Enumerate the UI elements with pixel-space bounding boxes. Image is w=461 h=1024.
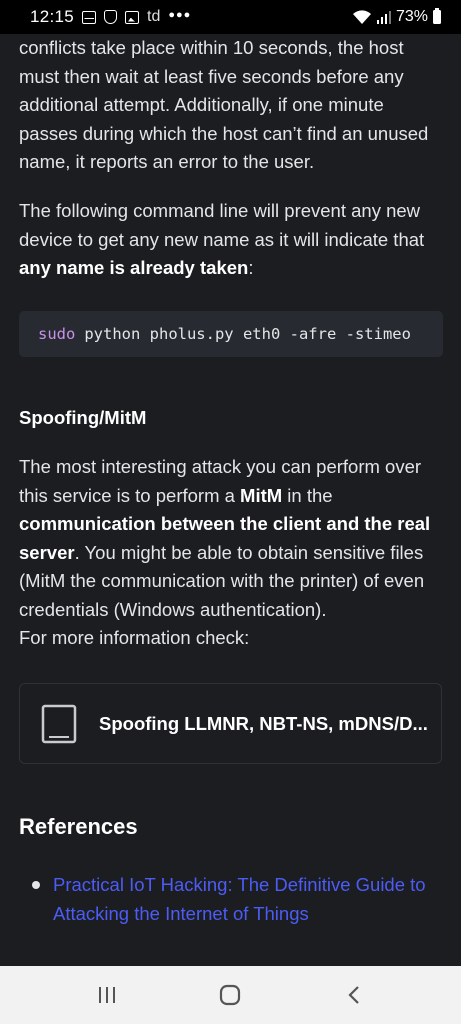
mitm-text-a: The most interesting attack you can perf… (19, 456, 422, 506)
document-icon (41, 704, 77, 743)
back-button[interactable] (334, 975, 374, 1015)
link-card-title: Spoofing LLMNR, NBT-NS, mDNS/D... (99, 712, 428, 734)
command-intro-suffix: : (248, 257, 254, 278)
signal-icon (376, 11, 391, 24)
mitm-bold: MitM (240, 484, 283, 506)
more-notifications-icon: ●●● (168, 9, 192, 21)
link-card-spoofing[interactable]: Spoofing LLMNR, NBT-NS, mDNS/D... (19, 683, 442, 764)
reference-link[interactable]: Practical IoT Hacking: The Definitive Gu… (19, 870, 443, 928)
status-bar-left: 12:15 td ●●● (30, 7, 191, 27)
references-list: Practical IoT Hacking: The Definitive Gu… (19, 870, 443, 928)
carrier-label: td (147, 8, 161, 25)
paragraph-command-intro: The following command line will prevent … (19, 197, 443, 283)
home-icon (220, 984, 241, 1006)
heading-spoofing: Spoofing/MitM (19, 407, 147, 428)
navigation-bar (0, 966, 461, 1024)
back-icon (348, 986, 359, 1004)
code-block[interactable]: sudo python pholus.py eth0 -afre -stimeo (19, 311, 443, 357)
battery-percent: 73% (395, 8, 428, 25)
mitm-text-b: in the (282, 484, 333, 506)
battery-icon (433, 8, 441, 24)
status-bar-right: 73% (352, 8, 441, 26)
home-button[interactable] (210, 975, 250, 1015)
image-notification-icon (125, 10, 140, 24)
command-intro-bold: any name is already taken (19, 257, 249, 278)
mitm-text-c: . You might be able to obtain sensitive … (19, 541, 425, 620)
recent-apps-icon (98, 987, 115, 1003)
code-keyword: sudo (38, 325, 76, 343)
status-time: 12:15 (30, 7, 75, 26)
command-intro-text: The following command line will prevent … (19, 200, 425, 250)
recent-apps-button[interactable] (87, 975, 127, 1015)
mail-notification-icon (82, 10, 97, 24)
shield-notification-icon (104, 10, 118, 24)
status-bar: 12:15 td ●●● 73% (0, 0, 461, 34)
more-info-text: For more information check: (19, 627, 250, 648)
paragraph-conflicts: conflicts take place within 10 seconds, … (19, 37, 429, 172)
wifi-icon (352, 10, 371, 24)
code-command: python pholus.py eth0 -afre -stimeo (84, 325, 411, 343)
paragraph-mitm: The most interesting attack you can perf… (19, 453, 443, 653)
heading-references: References (19, 814, 138, 839)
